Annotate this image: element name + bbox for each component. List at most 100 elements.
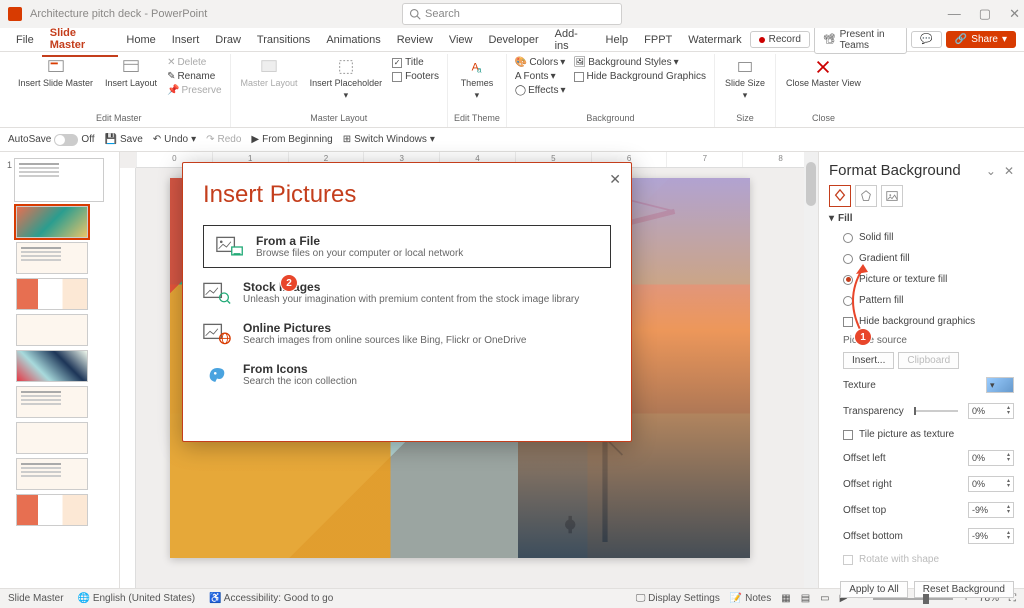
- layout-thumb[interactable]: [16, 242, 88, 274]
- tab-review[interactable]: Review: [389, 30, 441, 50]
- record-button[interactable]: Record: [750, 31, 810, 48]
- rename-button[interactable]: ✎ Rename: [165, 70, 223, 83]
- status-mode[interactable]: Slide Master: [8, 593, 64, 604]
- tab-file[interactable]: File: [8, 30, 42, 50]
- picture-tab-icon[interactable]: [881, 185, 903, 207]
- offset-top-input[interactable]: -9%▴▾: [968, 502, 1014, 518]
- undo-button[interactable]: ↶ Undo ▾: [153, 134, 196, 145]
- search-input[interactable]: Search: [402, 3, 622, 25]
- picture-fill-radio[interactable]: Picture or texture fill: [829, 272, 1014, 287]
- view-normal-icon[interactable]: ▦: [781, 593, 790, 604]
- pattern-fill-radio[interactable]: Pattern fill: [829, 293, 1014, 308]
- minimize-button[interactable]: —: [948, 6, 961, 22]
- solid-fill-radio[interactable]: Solid fill: [829, 230, 1014, 245]
- zoom-slider[interactable]: [873, 598, 953, 600]
- reset-bg-button[interactable]: Reset Background: [914, 581, 1014, 598]
- canvas-scrollbar[interactable]: [804, 152, 818, 588]
- display-settings-button[interactable]: 🖵 Display Settings: [636, 593, 720, 604]
- present-teams-button[interactable]: 📽 Present in Teams: [814, 26, 908, 54]
- tile-checkbox[interactable]: Tile picture as texture: [829, 427, 1014, 442]
- tab-insert[interactable]: Insert: [164, 30, 208, 50]
- offset-left-input[interactable]: 0%▴▾: [968, 450, 1014, 466]
- tab-transitions[interactable]: Transitions: [249, 30, 318, 50]
- insert-picture-button[interactable]: Insert...: [843, 352, 894, 369]
- tab-view[interactable]: View: [441, 30, 481, 50]
- preserve-button[interactable]: 📌 Preserve: [165, 84, 223, 97]
- tab-draw[interactable]: Draw: [207, 30, 249, 50]
- close-master-button[interactable]: Close Master View: [782, 56, 865, 90]
- fonts-button[interactable]: A Fonts ▾: [513, 70, 568, 83]
- stock-icon: [203, 281, 231, 305]
- delete-button[interactable]: ✕ Delete: [165, 56, 223, 69]
- tab-addins[interactable]: Add-ins: [547, 24, 598, 56]
- maximize-button[interactable]: ▢: [979, 6, 991, 22]
- comments-button[interactable]: 💬: [911, 31, 941, 48]
- notes-button[interactable]: 📝 Notes: [730, 593, 771, 604]
- pane-chevron-icon[interactable]: ⌄: [986, 164, 996, 178]
- from-beginning-button[interactable]: ▶ From Beginning: [251, 134, 332, 145]
- fill-tab-icon[interactable]: [829, 185, 851, 207]
- transparency-input[interactable]: 0%▴▾: [968, 403, 1014, 419]
- tab-help[interactable]: Help: [598, 30, 637, 50]
- fill-section[interactable]: ▾ Fill: [829, 213, 1014, 224]
- layout-thumb[interactable]: [16, 386, 88, 418]
- hide-bg-graphics-checkbox[interactable]: Hide background graphics: [829, 314, 1014, 329]
- themes-button[interactable]: AaThemes ▾: [457, 56, 498, 103]
- gradient-fill-radio[interactable]: Gradient fill: [829, 251, 1014, 266]
- effects-tab-icon[interactable]: [855, 185, 877, 207]
- online-pictures-option[interactable]: Online PicturesSearch images from online…: [183, 313, 631, 354]
- pane-close-icon[interactable]: ✕: [1004, 164, 1014, 178]
- layout-thumb[interactable]: [16, 206, 88, 238]
- layout-thumb[interactable]: [16, 278, 88, 310]
- offset-bottom-input[interactable]: -9%▴▾: [968, 528, 1014, 544]
- effects-button[interactable]: ◯ Effects ▾: [513, 84, 568, 97]
- footers-checkbox[interactable]: Footers: [390, 70, 441, 83]
- offset-top-label: Offset top: [843, 505, 962, 516]
- layout-thumb[interactable]: [16, 422, 88, 454]
- status-accessibility[interactable]: ♿ Accessibility: Good to go: [209, 593, 333, 604]
- tab-animations[interactable]: Animations: [318, 30, 388, 50]
- close-window-button[interactable]: ✕: [1009, 6, 1020, 22]
- status-language[interactable]: 🌐 English (United States): [78, 593, 196, 604]
- save-button[interactable]: 💾 Save: [105, 134, 143, 145]
- share-button[interactable]: 🔗 Share ▾: [946, 31, 1016, 48]
- tab-slide-master[interactable]: Slide Master: [42, 23, 119, 57]
- slide-size-button[interactable]: Slide Size ▾: [721, 56, 769, 103]
- master-layout-button[interactable]: Master Layout: [237, 56, 302, 90]
- tab-developer[interactable]: Developer: [480, 30, 546, 50]
- tab-home[interactable]: Home: [118, 30, 163, 50]
- insert-layout-button[interactable]: Insert Layout: [101, 56, 161, 90]
- group-label-edit-master: Edit Master: [96, 113, 142, 123]
- layout-thumb[interactable]: [16, 458, 88, 490]
- tab-fppt[interactable]: FPPT: [636, 30, 680, 50]
- colors-button[interactable]: 🎨 Colors ▾: [513, 56, 568, 69]
- from-icons-option[interactable]: From IconsSearch the icon collection: [183, 354, 631, 395]
- dialog-close-icon[interactable]: ✕: [609, 171, 621, 188]
- apply-all-button[interactable]: Apply to All: [840, 581, 907, 598]
- redo-button[interactable]: ↷ Redo: [206, 134, 241, 145]
- master-thumb[interactable]: [14, 158, 104, 202]
- bg-styles-button[interactable]: 🖼 Background Styles ▾: [572, 56, 709, 69]
- insert-placeholder-button[interactable]: Insert Placeholder ▾: [306, 56, 387, 103]
- texture-picker[interactable]: ▾: [986, 377, 1014, 393]
- from-file-option[interactable]: From a FileBrowse files on your computer…: [203, 225, 611, 268]
- rotate-checkbox: Rotate with shape: [829, 552, 1014, 567]
- autosave-toggle[interactable]: AutoSave Off: [8, 134, 95, 146]
- layout-thumb[interactable]: [16, 314, 88, 346]
- title-bar: Architecture pitch deck - PowerPoint Sea…: [0, 0, 1024, 28]
- title-checkbox[interactable]: ✓Title: [390, 56, 441, 69]
- layout-thumb[interactable]: [16, 494, 88, 526]
- tab-watermark[interactable]: Watermark: [680, 30, 749, 50]
- offset-right-input[interactable]: 0%▴▾: [968, 476, 1014, 492]
- document-title: Architecture pitch deck - PowerPoint: [30, 8, 207, 20]
- callout-2: 2: [280, 274, 298, 292]
- hide-bg-checkbox[interactable]: Hide Background Graphics: [572, 70, 709, 83]
- slide-thumbnails-panel[interactable]: 1: [0, 152, 120, 588]
- layout-thumb[interactable]: [16, 350, 88, 382]
- clipboard-button[interactable]: Clipboard: [898, 352, 959, 369]
- stock-images-option[interactable]: Stock ImagesUnleash your imagination wit…: [183, 272, 631, 313]
- switch-windows-button[interactable]: ⊞ Switch Windows ▾: [343, 134, 435, 145]
- view-sorter-icon[interactable]: ▤: [801, 593, 810, 604]
- insert-pictures-dialog: ✕ Insert Pictures From a FileBrowse file…: [182, 162, 632, 442]
- insert-slide-master-button[interactable]: Insert Slide Master: [14, 56, 97, 90]
